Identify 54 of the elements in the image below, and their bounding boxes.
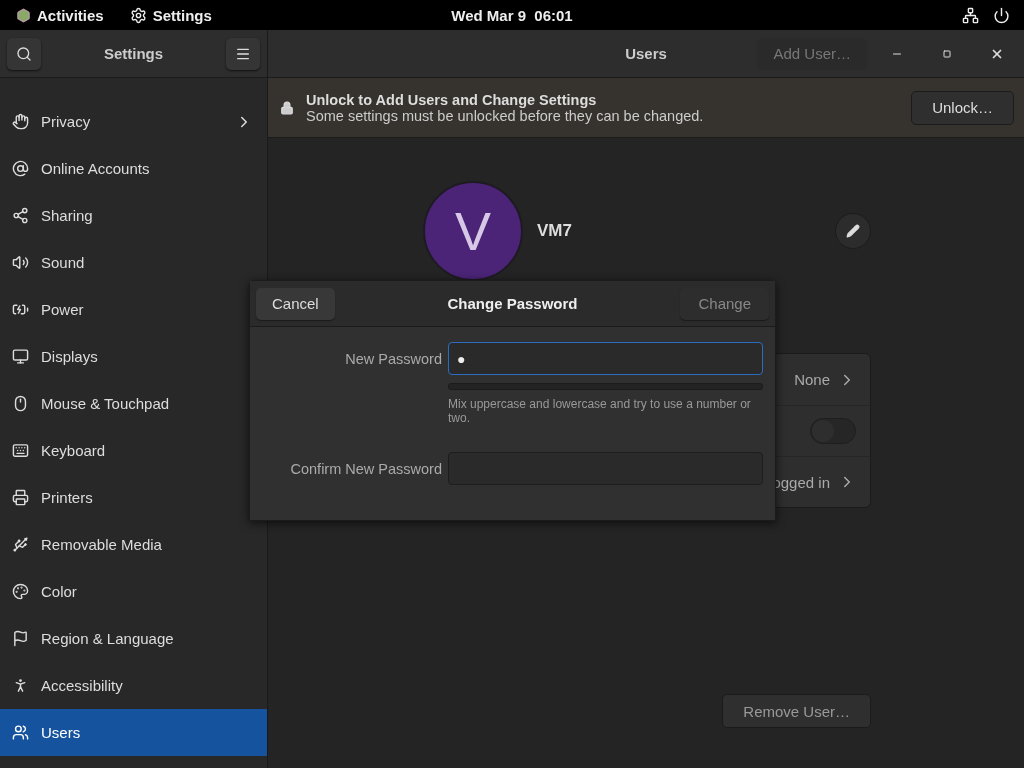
sidebar-item[interactable]: Region & Language [0, 615, 267, 662]
sidebar-item[interactable]: Accessibility [0, 662, 267, 709]
field-label: New Password [344, 350, 442, 367]
row-value[interactable]: None [794, 371, 830, 388]
users-icon [12, 724, 29, 741]
sidebar-item[interactable]: Privacy [0, 98, 267, 145]
page-title: Users [625, 45, 667, 62]
sidebar-item[interactable]: Displays [0, 333, 267, 380]
sidebar-item[interactable]: Keyboard [0, 427, 267, 474]
sidebar-item[interactable]: Sharing [0, 192, 267, 239]
lock-icon [280, 100, 294, 115]
banner-subtitle: Some settings must be unlocked before they can be changed. [306, 107, 705, 124]
share-icon [12, 207, 29, 224]
sidebar-item[interactable]: Printers [0, 474, 267, 521]
palette-icon [12, 583, 29, 600]
sidebar-item[interactable]: Removable Media [0, 521, 267, 568]
sidebar-item[interactable]: Sound [0, 239, 267, 286]
sidebar-title: Settings [103, 45, 164, 62]
user-avatar[interactable]: V [423, 181, 523, 281]
remove-user-button[interactable]: Remove User… [722, 694, 871, 728]
monitor-icon [12, 348, 29, 365]
sidebar-item[interactable]: Users [0, 709, 267, 756]
keyboard-icon [12, 442, 29, 459]
edit-button[interactable] [835, 213, 871, 249]
flag-icon [12, 630, 29, 647]
hand-icon [12, 113, 29, 130]
search-icon [16, 45, 32, 62]
sidebar-item[interactable]: Mouse & Touchpad [0, 380, 267, 427]
usb-icon [12, 536, 29, 553]
cancel-button[interactable]: Cancel [256, 287, 335, 320]
user-name: VM7 [537, 221, 573, 241]
unlock-button[interactable]: Unlock… [911, 90, 1014, 125]
at-sign-icon [12, 160, 29, 177]
network-icon[interactable] [962, 6, 979, 24]
field-label: Confirm New Password [289, 460, 442, 477]
clock[interactable]: Wed Mar 9 06:01 [451, 6, 573, 24]
dialog-title: Change Password [447, 295, 578, 312]
settings-icon [129, 6, 147, 24]
logo-icon [16, 7, 31, 23]
search-button[interactable] [7, 37, 41, 70]
power-icon[interactable] [993, 6, 1010, 24]
sidebar-item[interactable]: Color [0, 568, 267, 615]
banner-title: Unlock to Add Users and Change Settings [306, 91, 598, 108]
printer-icon [12, 489, 29, 506]
sidebar-item[interactable]: Online Accounts [0, 145, 267, 192]
activities-button[interactable]: Activities [16, 6, 104, 24]
menu-button[interactable] [226, 37, 260, 70]
app-menu-button[interactable]: Settings [129, 6, 212, 24]
password-hint: Mix uppercase and lowercase and try to use a number or two. [448, 397, 752, 425]
pencil-icon [846, 224, 860, 238]
new-password-field[interactable]: ● [448, 342, 763, 375]
maximize-icon [943, 49, 951, 58]
speaker-icon [12, 254, 29, 271]
mouse-icon [12, 395, 29, 412]
